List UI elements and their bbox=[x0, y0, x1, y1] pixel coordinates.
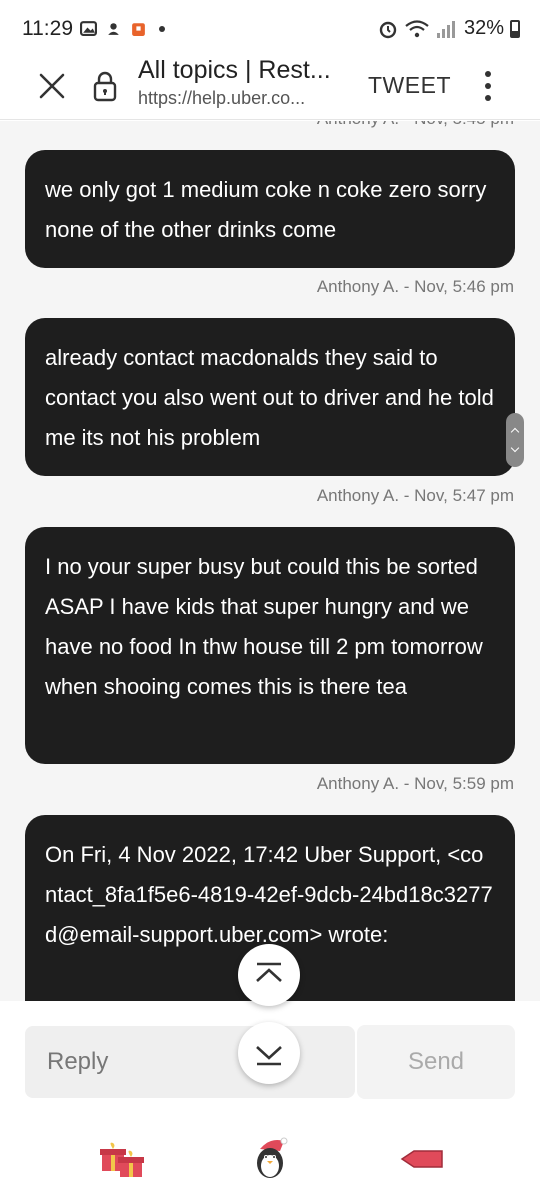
status-right: 32% bbox=[378, 17, 520, 40]
fast-scroll-handle[interactable] bbox=[506, 413, 524, 467]
message-text: we only got 1 medium coke n coke zero so… bbox=[45, 177, 487, 242]
message-bubble[interactable]: we only got 1 medium coke n coke zero so… bbox=[25, 150, 515, 268]
signal-icon bbox=[436, 20, 455, 38]
status-bar: 11:29 32% bbox=[0, 0, 540, 56]
battery-icon bbox=[510, 19, 520, 38]
back-arrow-icon[interactable] bbox=[398, 1135, 446, 1183]
bottom-navigation bbox=[0, 1121, 540, 1200]
penguin-icon[interactable] bbox=[246, 1135, 294, 1183]
scroll-down-button[interactable] bbox=[238, 1022, 300, 1084]
battery-percent: 32% bbox=[463, 17, 504, 39]
page-title-block[interactable]: All topics | Rest... https://help.uber.c… bbox=[138, 56, 353, 109]
send-button[interactable]: Send bbox=[357, 1025, 515, 1099]
wifi-icon bbox=[405, 19, 429, 37]
scroll-up-button[interactable] bbox=[238, 944, 300, 1006]
message-text: already contact macdonalds they said to … bbox=[45, 345, 494, 450]
browser-toolbar: All topics | Rest... https://help.uber.c… bbox=[0, 56, 540, 120]
gift-notification-icon bbox=[132, 23, 145, 36]
message-bubble[interactable]: already contact macdonalds they said to … bbox=[25, 318, 515, 476]
reply-input[interactable]: Reply bbox=[25, 1026, 355, 1098]
app-notification-icon bbox=[108, 23, 119, 35]
close-icon[interactable] bbox=[34, 68, 70, 104]
status-time: 11:29 bbox=[22, 17, 73, 40]
message-meta: Anthony A. - Nov, 5:47 pm bbox=[316, 486, 514, 505]
chevron-up-icon bbox=[256, 962, 282, 982]
gift-icon[interactable] bbox=[98, 1135, 146, 1183]
alarm-icon bbox=[379, 21, 397, 38]
page-url: https://help.uber.co... bbox=[138, 88, 306, 108]
message-meta: Anthony A. - Nov, 5:46 pm bbox=[316, 277, 514, 296]
message-text: On Fri, 4 Nov 2022, 17:42 Uber Support, … bbox=[45, 842, 493, 947]
message-bubble[interactable]: I no your super busy but could this be s… bbox=[25, 527, 515, 764]
message-meta: Anthony A. - Nov, 5:59 pm bbox=[316, 774, 514, 793]
lock-icon[interactable] bbox=[92, 70, 118, 102]
image-notification-icon bbox=[80, 21, 97, 36]
message-thread[interactable]: Anthony A. - Nov, 5:45 pm we only got 1 … bbox=[0, 121, 540, 1001]
more-notifications-dot bbox=[159, 25, 165, 32]
tweet-button[interactable]: TWEET bbox=[368, 72, 451, 99]
message-meta: Anthony A. - Nov, 5:45 pm bbox=[317, 121, 514, 129]
more-vert-icon[interactable] bbox=[478, 66, 498, 106]
page-title: All topics | Rest... bbox=[138, 56, 331, 84]
chevron-down-icon bbox=[256, 1046, 282, 1066]
notification-icons bbox=[80, 20, 165, 37]
message-text: I no your super busy but could this be s… bbox=[45, 554, 483, 699]
